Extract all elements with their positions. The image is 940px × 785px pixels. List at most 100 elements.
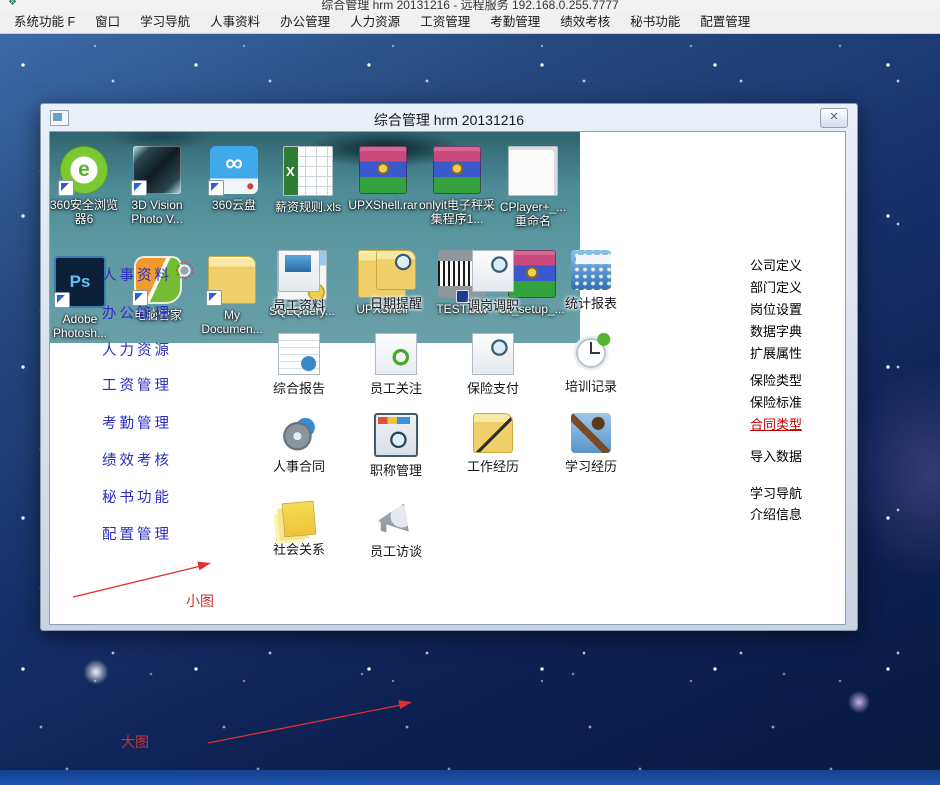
menubar-item-personnel-data[interactable]: 人事资料 bbox=[200, 12, 270, 33]
menubar-item-learning-nav[interactable]: 学习导航 bbox=[130, 12, 200, 33]
app-item-comprehensive-report[interactable]: 综合报告 bbox=[254, 333, 344, 397]
right-link-data-dictionary[interactable]: 数据字典 bbox=[750, 321, 820, 340]
desktop-icon-label: 360云盘 bbox=[196, 198, 272, 212]
app-item-label: 社会关系 bbox=[254, 539, 344, 558]
desktop-icon-360-cloud[interactable]: ∞ 360云盘 bbox=[196, 146, 272, 212]
cloud-drive-icon: ∞ bbox=[210, 146, 258, 194]
shortcut-arrow-icon bbox=[131, 180, 147, 196]
bright-star bbox=[78, 654, 114, 690]
desktop-icon-label: CPlayer+_... 重命名 bbox=[495, 200, 571, 228]
photoshop-icon: Ps bbox=[54, 256, 106, 308]
app-item-title-management[interactable]: 职称管理 bbox=[351, 413, 441, 479]
app-item-education-history[interactable]: 学习经历 bbox=[546, 413, 636, 475]
left-menu-item-config[interactable]: 配置管理 bbox=[102, 523, 198, 544]
app-item-label: 培训记录 bbox=[546, 376, 636, 395]
app-item-label: 员工资料 bbox=[254, 295, 344, 314]
right-link-insurance-type[interactable]: 保险类型 bbox=[750, 370, 820, 389]
notes-icon bbox=[282, 501, 317, 538]
right-link-contract-type[interactable]: 合同类型 bbox=[750, 414, 820, 433]
menubar-item-attendance[interactable]: 考勤管理 bbox=[480, 12, 550, 33]
app-item-hr-contract[interactable]: 人事合同 bbox=[254, 413, 344, 475]
desktop-icon-3d-vision[interactable]: 3D Vision Photo V... bbox=[119, 146, 195, 226]
background-window-titlebar[interactable]: ❖ 综合管理 hrm 20131216 - 远程服务 192.168.0.255… bbox=[0, 0, 940, 12]
main-menubar: 系统功能 F 窗口 学习导航 人事资料 办公管理 人力资源 工资管理 考勤管理 … bbox=[0, 12, 940, 34]
close-button[interactable]: ✕ bbox=[820, 108, 848, 128]
left-menu-item-salary[interactable]: 工资管理 bbox=[102, 374, 198, 395]
app-item-work-history[interactable]: 工作经历 bbox=[448, 413, 538, 475]
winrar-archive-icon bbox=[433, 146, 481, 194]
menubar-item-hr[interactable]: 人力资源 bbox=[340, 12, 410, 33]
follow-icon bbox=[375, 333, 417, 375]
gavel-icon bbox=[571, 413, 611, 453]
winrar-archive-icon bbox=[359, 146, 407, 194]
desktop-icon-360-browser[interactable]: e 360安全浏览器6 bbox=[49, 146, 122, 226]
desktop-icon-label: 360安全浏览器6 bbox=[49, 198, 122, 226]
desktop-icon-label: UPXShell.rar bbox=[345, 198, 421, 212]
desktop-icon-upxshell-rar[interactable]: UPXShell.rar bbox=[345, 146, 421, 212]
browser-360-icon: e bbox=[60, 146, 108, 194]
background-window-title: 综合管理 hrm 20131216 - 远程服务 192.168.0.255.7… bbox=[321, 0, 619, 12]
app-item-statistics-report[interactable]: 统计报表 bbox=[546, 250, 636, 312]
app-item-label: 保险支付 bbox=[448, 378, 538, 397]
folder-icon bbox=[208, 256, 256, 304]
app-item-label: 学习经历 bbox=[546, 456, 636, 475]
app-item-transfer[interactable]: 调岗调职 bbox=[448, 250, 538, 314]
app-item-label: 统计报表 bbox=[546, 293, 636, 312]
menubar-item-secretary[interactable]: 秘书功能 bbox=[620, 12, 690, 33]
right-link-department-define[interactable]: 部门定义 bbox=[750, 277, 820, 296]
right-link-company-define[interactable]: 公司定义 bbox=[750, 255, 820, 274]
app-item-training-record[interactable]: 培训记录 bbox=[546, 333, 636, 395]
wallpaper-horizon-band bbox=[0, 770, 940, 785]
shortcut-arrow-icon bbox=[54, 292, 70, 308]
right-link-insurance-standard[interactable]: 保险标准 bbox=[750, 392, 820, 411]
left-menu-item-hr[interactable]: 人力资源 bbox=[102, 339, 198, 360]
desktop-icon-salary-xls[interactable]: X 薪资规则.xls bbox=[270, 146, 346, 214]
clock-icon bbox=[571, 333, 611, 373]
right-link-position-setup[interactable]: 岗位设置 bbox=[750, 299, 820, 318]
shortcut-arrow-icon bbox=[208, 180, 224, 196]
date-reminder-icon bbox=[376, 250, 416, 290]
gear-icon bbox=[279, 413, 319, 453]
desktop-icon-label: onlyit电子秤采集程序1... bbox=[419, 198, 495, 226]
desktop-icon-label: 3D Vision Photo V... bbox=[119, 198, 195, 226]
app-item-label: 职称管理 bbox=[351, 460, 441, 479]
right-link-import-data[interactable]: 导入数据 bbox=[750, 446, 820, 465]
app-item-label: 人事合同 bbox=[254, 456, 344, 475]
right-link-learning-nav[interactable]: 学习导航 bbox=[750, 483, 820, 502]
desktop-icon-label: 薪资规则.xls bbox=[270, 200, 346, 214]
excel-file-icon: X bbox=[283, 146, 333, 196]
left-menu-item-performance[interactable]: 绩效考核 bbox=[102, 449, 198, 470]
left-menu-item-office[interactable]: 办公管理 bbox=[102, 302, 198, 323]
app-item-date-reminder[interactable]: 日期提醒 bbox=[351, 250, 441, 312]
menubar-item-window[interactable]: 窗口 bbox=[85, 12, 130, 33]
insurance-payment-icon bbox=[472, 333, 514, 375]
window-title: 综合管理 hrm 20131216 bbox=[41, 110, 857, 130]
report-icon bbox=[278, 333, 320, 375]
menubar-item-system[interactable]: 系统功能 F bbox=[4, 12, 85, 33]
app-item-employee-data[interactable]: 员工资料 bbox=[254, 250, 344, 314]
left-menu-item-secretary[interactable]: 秘书功能 bbox=[102, 486, 198, 507]
right-link-extended-attributes[interactable]: 扩展属性 bbox=[750, 343, 820, 362]
app-item-label: 日期提醒 bbox=[351, 293, 441, 312]
left-menu-item-attendance[interactable]: 考勤管理 bbox=[102, 412, 198, 433]
calculator-icon bbox=[571, 250, 611, 290]
window-content: e 360安全浏览器6 3D Vision Photo V... ∞ 360云盘… bbox=[49, 131, 846, 625]
desktop-icon-onlyit-scale[interactable]: onlyit电子秤采集程序1... bbox=[419, 146, 495, 226]
transfer-icon bbox=[472, 250, 514, 292]
window-titlebar[interactable]: 综合管理 hrm 20131216 ✕ bbox=[41, 104, 857, 131]
target-marker-icon bbox=[176, 262, 193, 279]
app-item-employee-follow[interactable]: 员工关注 bbox=[351, 333, 441, 397]
menubar-item-salary[interactable]: 工资管理 bbox=[410, 12, 480, 33]
right-link-intro-info[interactable]: 介绍信息 bbox=[750, 504, 820, 523]
bright-star bbox=[843, 686, 875, 718]
app-item-insurance-payment[interactable]: 保险支付 bbox=[448, 333, 538, 397]
menubar-item-office-mgmt[interactable]: 办公管理 bbox=[270, 12, 340, 33]
menubar-item-config[interactable]: 配置管理 bbox=[690, 12, 760, 33]
menubar-item-performance[interactable]: 绩效考核 bbox=[550, 12, 620, 33]
desktop-icon-cplayer[interactable]: CPlayer+_... 重命名 bbox=[495, 146, 571, 228]
app-item-employee-interview[interactable]: 员工访谈 bbox=[351, 498, 441, 560]
app-item-social-relations[interactable]: 社会关系 bbox=[254, 498, 344, 558]
app-item-label: 员工访谈 bbox=[351, 541, 441, 560]
app-spark-icon: ❖ bbox=[8, 0, 17, 8]
blank-file-icon bbox=[508, 146, 558, 196]
